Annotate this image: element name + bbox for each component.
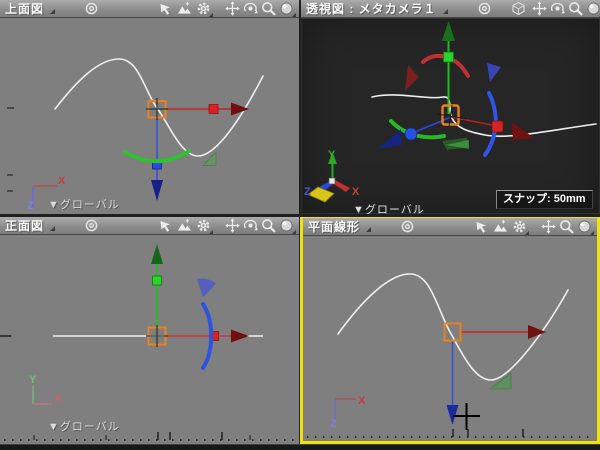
axis-z-label: Z — [330, 418, 337, 430]
front-view-canvas[interactable]: Y X — [0, 235, 299, 444]
orbit-rotate-icon[interactable] — [243, 1, 258, 16]
pan-icon[interactable] — [541, 219, 556, 234]
render-sphere-icon[interactable] — [577, 219, 592, 234]
title-dropdown-icon[interactable] — [443, 9, 448, 14]
axis-x-label: X — [358, 395, 366, 407]
view-mode-icon[interactable] — [177, 218, 192, 233]
select-arrow-icon[interactable] — [474, 219, 489, 234]
move-handle-x[interactable] — [166, 103, 249, 116]
axis-indicator: Y X — [29, 374, 62, 405]
move-handle-y[interactable] — [442, 21, 455, 114]
move-handle-z[interactable] — [378, 117, 451, 149]
viewport-title-bar: 透視図 : メタカメラ１ — [301, 0, 600, 18]
snap-indicator: スナップ: 50mm — [496, 190, 593, 209]
viewport-perspective: 透視図 : メタカメラ１ — [301, 0, 600, 214]
global-coordinate-toggle[interactable]: ▼グローバル — [353, 201, 425, 214]
title-dropdown-icon[interactable] — [50, 9, 55, 14]
view-mode-icon[interactable] — [177, 1, 192, 16]
move-handle-x[interactable] — [461, 325, 546, 339]
top-view-canvas[interactable]: X Z — [0, 18, 299, 214]
rotate-flag-blue[interactable] — [487, 63, 501, 82]
viewport-title[interactable]: 正面図 — [5, 217, 44, 234]
viewport-divider-vertical[interactable] — [299, 0, 301, 214]
zoom-icon[interactable] — [568, 1, 583, 16]
plane-shape-canvas[interactable]: X Z — [303, 236, 597, 441]
orbit-rotate-icon[interactable] — [550, 1, 565, 16]
viewport-plane-shape-selected: 平面線形 — [300, 215, 600, 444]
select-arrow-icon[interactable] — [158, 218, 173, 233]
move-handle-x[interactable] — [166, 330, 249, 343]
global-coordinate-toggle[interactable]: ▼グローバル — [48, 196, 120, 212]
target-icon[interactable] — [400, 219, 415, 234]
3d-modeler-quad-view: 上面図 — [0, 0, 600, 450]
move-handle-z[interactable] — [447, 340, 459, 425]
move-handle-y[interactable] — [151, 244, 163, 328]
title-dropdown-icon[interactable] — [50, 226, 55, 231]
viewport-title[interactable]: 透視図 : メタカメラ１ — [306, 0, 437, 17]
axis-indicator: X Z — [330, 395, 366, 430]
axis-y-label: Y — [328, 149, 336, 161]
settings-gear-icon[interactable] — [512, 219, 527, 234]
viewport-title-bar: 上面図 — [0, 0, 299, 18]
viewport-divider-horizontal[interactable] — [0, 214, 600, 217]
perspective-canvas[interactable]: Y X Z — [301, 18, 600, 214]
axis-z-label: Z — [27, 200, 34, 212]
target-icon[interactable] — [84, 1, 99, 16]
pan-icon[interactable] — [225, 1, 240, 16]
select-arrow-icon[interactable] — [158, 1, 173, 16]
viewport-title-bar: 平面線形 — [303, 218, 597, 236]
orbit-rotate-icon[interactable] — [243, 218, 258, 233]
settings-gear-icon[interactable] — [196, 218, 211, 233]
viewport-top-view: 上面図 — [0, 0, 299, 214]
axis-x-label: X — [58, 175, 66, 187]
viewport-title[interactable]: 平面線形 — [308, 218, 360, 235]
zoom-icon[interactable] — [261, 218, 276, 233]
vertical-ruler — [7, 108, 14, 191]
settings-gear-icon[interactable] — [196, 1, 211, 16]
target-icon[interactable] — [477, 1, 492, 16]
pan-icon[interactable] — [532, 1, 547, 16]
axis-y-label: Y — [29, 374, 37, 386]
window-bottom-edge — [0, 444, 600, 450]
viewport-front-view: 正面図 — [0, 217, 299, 444]
viewport-title[interactable]: 上面図 — [5, 0, 44, 17]
render-sphere-icon[interactable] — [586, 1, 600, 16]
viewport-title-bar: 正面図 — [0, 217, 299, 235]
global-coordinate-toggle[interactable]: ▼グローバル — [48, 418, 120, 434]
title-dropdown-icon[interactable] — [366, 227, 371, 232]
zoom-icon[interactable] — [261, 1, 276, 16]
rotate-flag-blue[interactable] — [197, 279, 216, 298]
pan-icon[interactable] — [225, 218, 240, 233]
rotate-flag-red[interactable] — [405, 65, 419, 91]
render-sphere-icon[interactable] — [279, 218, 294, 233]
scale-handle[interactable] — [490, 373, 511, 389]
horizontal-ruler — [307, 429, 593, 437]
axis-z-label: Z — [304, 186, 311, 198]
axis-x-label: X — [54, 393, 62, 405]
axis-x-label: X — [352, 186, 360, 198]
target-icon[interactable] — [84, 218, 99, 233]
render-sphere-icon[interactable] — [279, 1, 294, 16]
view-mode-icon[interactable] — [493, 219, 508, 234]
axis-tripod: Y X Z — [304, 149, 360, 202]
camera-cube-icon[interactable] — [511, 1, 526, 16]
zoom-icon[interactable] — [559, 219, 574, 234]
